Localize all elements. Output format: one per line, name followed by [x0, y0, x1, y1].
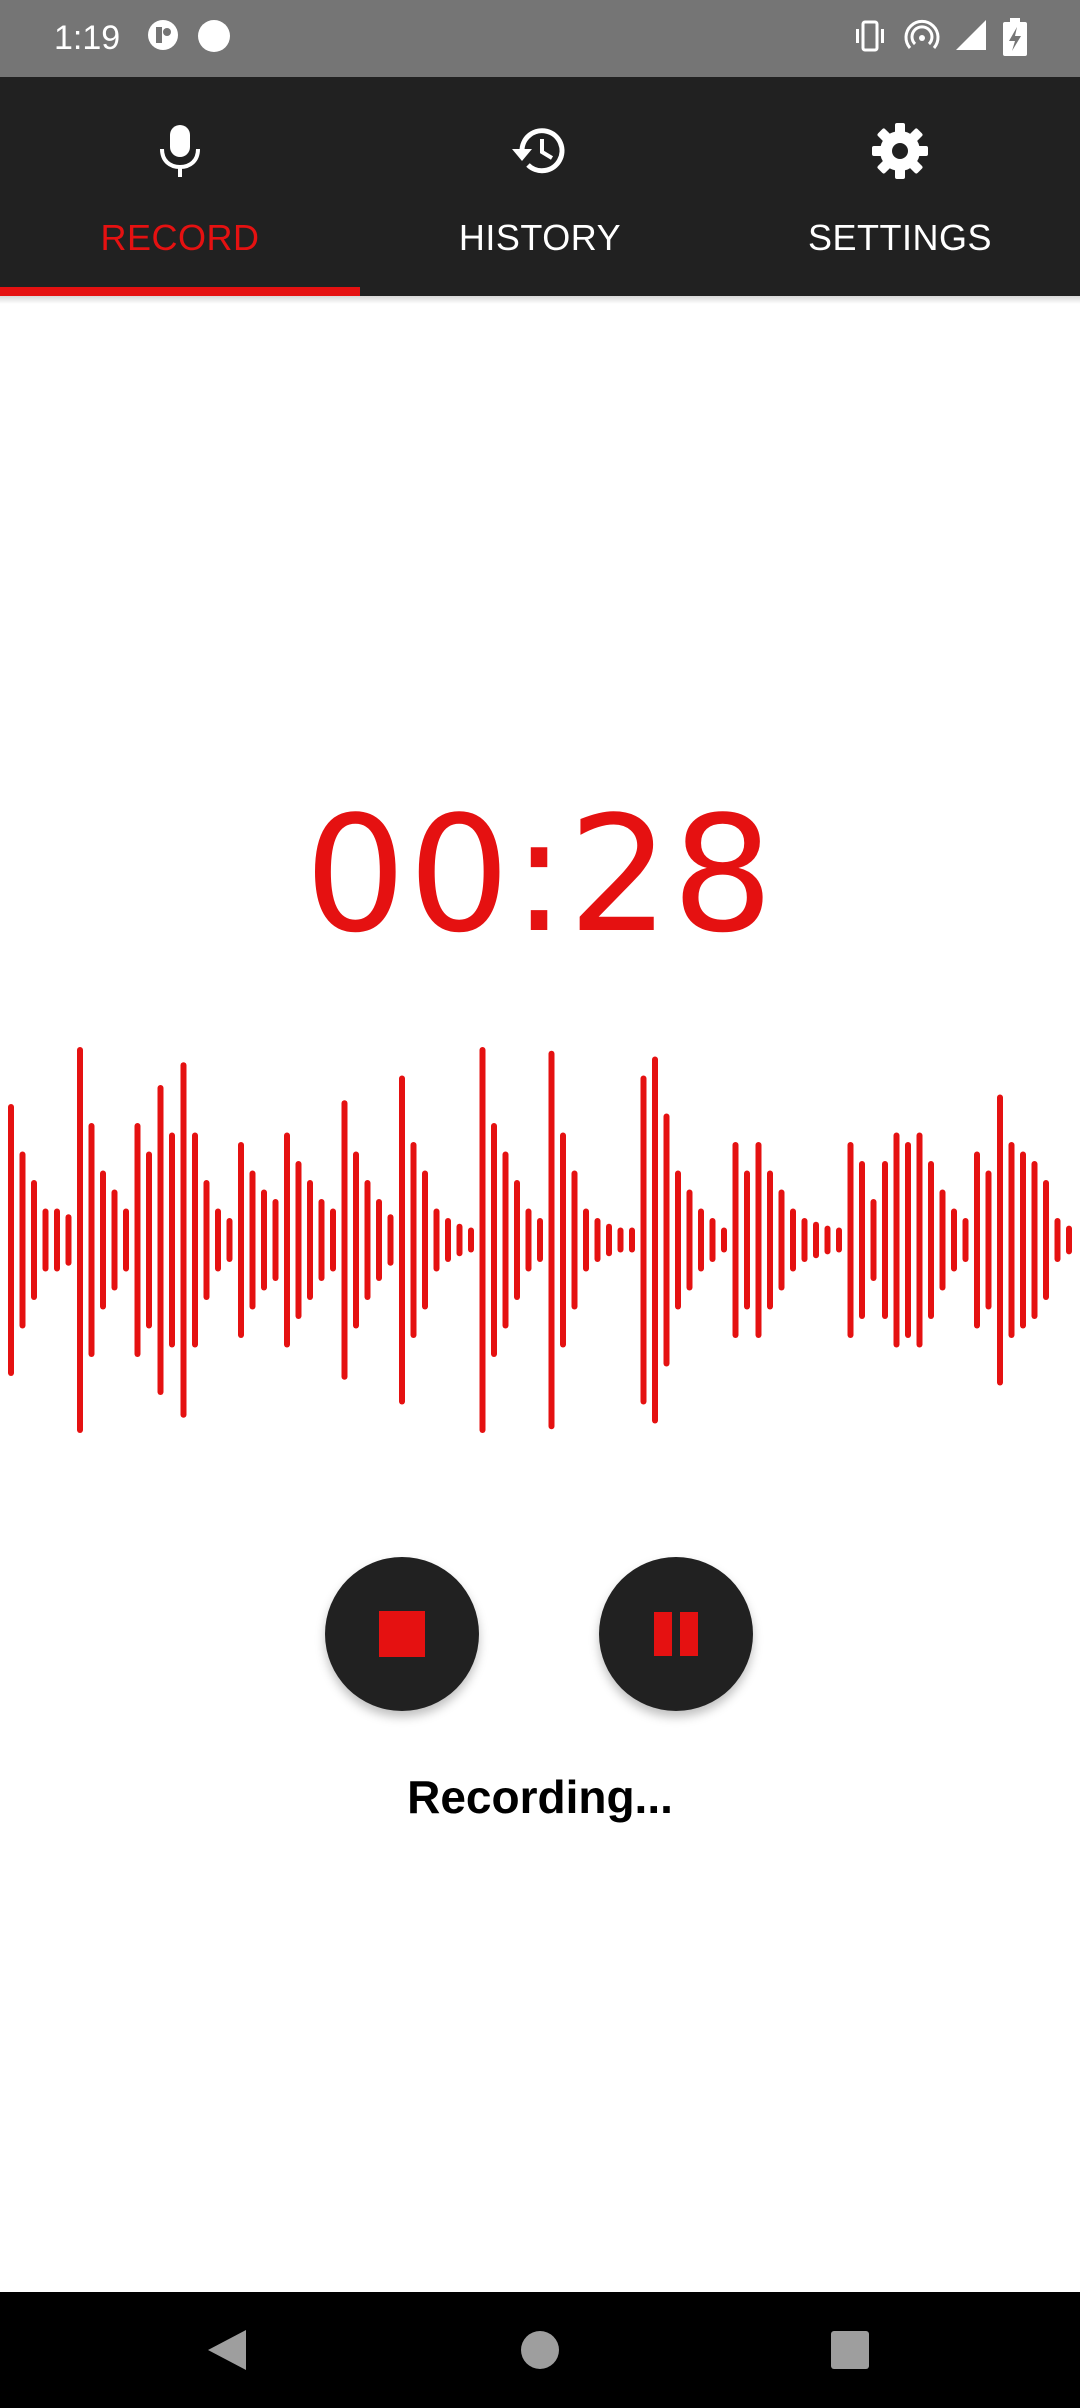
home-icon[interactable] — [510, 2320, 570, 2380]
back-icon[interactable] — [196, 2320, 256, 2380]
gear-icon — [872, 123, 928, 179]
vibrate-icon — [856, 20, 884, 52]
system-nav-bar — [0, 2292, 1080, 2408]
status-bar: 1:19 — [0, 0, 1080, 77]
tab-record[interactable]: RECORD — [0, 77, 360, 296]
active-tab-indicator — [0, 287, 360, 296]
recording-status: Recording... — [407, 1771, 673, 1823]
microphone-icon — [160, 125, 200, 177]
tab-history[interactable]: HISTORY — [360, 77, 720, 296]
tab-bar: RECORD HISTORY SETTINGS — [0, 77, 1080, 296]
hotspot-icon — [904, 19, 940, 49]
tab-settings[interactable]: SETTINGS — [720, 77, 1080, 296]
stop-button[interactable] — [325, 1557, 479, 1711]
history-icon — [512, 128, 565, 174]
tab-settings-label: SETTINGS — [807, 217, 993, 258]
pause-button[interactable] — [599, 1557, 753, 1711]
recents-icon[interactable] — [820, 2320, 880, 2380]
tab-bar-shadow — [0, 296, 1080, 304]
recording-timer: 00:28 — [304, 781, 776, 968]
stop-icon — [379, 1611, 425, 1657]
signal-icon — [956, 20, 986, 50]
app-notification-icon — [148, 20, 178, 50]
tab-history-label: HISTORY — [458, 217, 622, 258]
circle-notification-icon — [198, 20, 230, 52]
status-time: 1:19 — [54, 19, 121, 57]
audio-waveform — [8, 1047, 1072, 1433]
tab-record-label: RECORD — [100, 217, 260, 258]
battery-charging-icon — [1003, 18, 1027, 56]
